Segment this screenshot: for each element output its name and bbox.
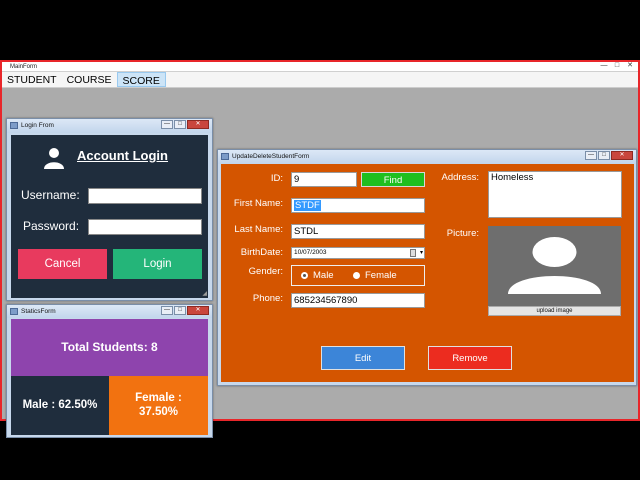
login-window-title: Login From <box>21 122 54 129</box>
id-label: ID: <box>270 173 283 184</box>
menu-score[interactable]: SCORE <box>116 72 166 87</box>
account-login-heading: Account Login <box>77 148 168 163</box>
gender-group: Male Female <box>291 265 425 286</box>
phone-label: Phone: <box>252 293 283 304</box>
picture-label: Picture: <box>446 228 479 239</box>
form-icon <box>10 122 18 129</box>
edit-button[interactable]: Edit <box>321 346 405 370</box>
update-minimize-button[interactable]: — <box>585 151 597 160</box>
student-picture <box>488 226 621 306</box>
total-students-box: Total Students: 8 <box>11 319 208 376</box>
username-input[interactable] <box>88 188 202 204</box>
radio-dot-icon <box>303 274 306 277</box>
male-radio[interactable] <box>301 272 308 279</box>
menu-bar: STUDENT COURSE SCORE <box>2 72 638 88</box>
last-name-input[interactable]: STDL <box>291 224 425 239</box>
mdi-client-area: Login From — □ ✕ Account Login Username:… <box>2 89 638 438</box>
main-title-bar: MainForm — □ ✕ <box>2 62 638 72</box>
remove-button[interactable]: Remove <box>428 346 512 370</box>
update-close-button[interactable]: ✕ <box>611 151 633 160</box>
last-name-label: Last Name: <box>234 224 283 235</box>
menu-student[interactable]: STUDENT <box>2 72 62 87</box>
female-radio[interactable] <box>353 272 360 279</box>
first-name-label: First Name: <box>233 198 283 209</box>
update-maximize-button[interactable]: □ <box>598 151 610 160</box>
password-label: Password: <box>23 219 80 233</box>
login-title-bar[interactable]: Login From — □ ✕ <box>7 119 212 133</box>
resize-grip-icon[interactable]: ◢ <box>202 290 207 297</box>
address-label: Address: <box>441 172 480 183</box>
main-maximize-button[interactable]: □ <box>611 62 623 70</box>
user-icon <box>44 148 64 169</box>
cancel-button[interactable]: Cancel <box>18 249 107 279</box>
login-close-button[interactable]: ✕ <box>187 120 209 129</box>
password-input[interactable] <box>88 219 202 235</box>
person-placeholder-icon <box>508 237 601 294</box>
first-name-selected-text: STDF <box>294 200 321 211</box>
update-panel: ID: 9 Find First Name: STDF Last Name: S… <box>221 164 634 382</box>
login-minimize-button[interactable]: — <box>161 120 173 129</box>
female-percentage-text: 37.50% <box>138 406 178 418</box>
statics-title-bar[interactable]: StaticsForm — □ ✕ <box>7 305 212 318</box>
female-label-text: Female : <box>135 392 182 404</box>
update-delete-student-window: UpdateDeleteStudentForm — □ ✕ ID: 9 Find… <box>217 149 637 386</box>
gender-label: Gender: <box>248 266 283 277</box>
statics-panel: Total Students: 8 Male : 62.50% Female :… <box>11 319 208 435</box>
statics-window-title: StaticsForm <box>21 308 56 315</box>
address-textarea[interactable]: Homeless <box>488 171 622 218</box>
male-percentage-text: Male : 62.50% <box>22 399 98 411</box>
first-name-input[interactable]: STDF <box>291 198 425 213</box>
female-percentage-box: Female : 37.50% <box>109 376 208 435</box>
birthdate-label: BirthDate: <box>240 247 283 258</box>
username-label: Username: <box>21 188 80 202</box>
main-minimize-button[interactable]: — <box>598 62 610 70</box>
main-window-title: MainForm <box>10 64 38 70</box>
form-icon <box>221 153 229 160</box>
update-title-bar[interactable]: UpdateDeleteStudentForm — □ ✕ <box>218 150 636 164</box>
find-button[interactable]: Find <box>361 172 425 187</box>
main-window: MainForm — □ ✕ STUDENT COURSE SCORE Logi… <box>0 60 640 438</box>
phone-input[interactable]: 685234567890 <box>291 293 425 308</box>
login-maximize-button[interactable]: □ <box>174 120 186 129</box>
form-icon <box>10 308 18 315</box>
login-panel: Account Login Username: Password: Cancel… <box>11 135 208 298</box>
statics-maximize-button[interactable]: □ <box>174 306 186 315</box>
statics-minimize-button[interactable]: — <box>161 306 173 315</box>
total-students-text: Total Students: 8 <box>61 340 158 354</box>
calendar-icon[interactable] <box>410 249 416 257</box>
upload-image-button[interactable]: upload image <box>488 306 621 316</box>
main-close-button[interactable]: ✕ <box>624 62 636 70</box>
id-input[interactable]: 9 <box>291 172 357 187</box>
statics-window: StaticsForm — □ ✕ Total Students: 8 Male… <box>6 304 213 438</box>
female-radio-label[interactable]: Female <box>365 270 397 281</box>
login-button[interactable]: Login <box>113 249 202 279</box>
update-window-title: UpdateDeleteStudentForm <box>232 153 310 160</box>
birthdate-picker[interactable]: 10/07/2003 ▾ <box>291 247 425 259</box>
statics-close-button[interactable]: ✕ <box>187 306 209 315</box>
male-radio-label[interactable]: Male <box>313 270 334 281</box>
login-window: Login From — □ ✕ Account Login Username:… <box>6 118 213 301</box>
chevron-down-icon[interactable]: ▾ <box>420 248 423 258</box>
birthdate-value: 10/07/2003 <box>294 249 327 256</box>
menu-course[interactable]: COURSE <box>62 72 117 87</box>
male-percentage-box: Male : 62.50% <box>11 376 109 435</box>
